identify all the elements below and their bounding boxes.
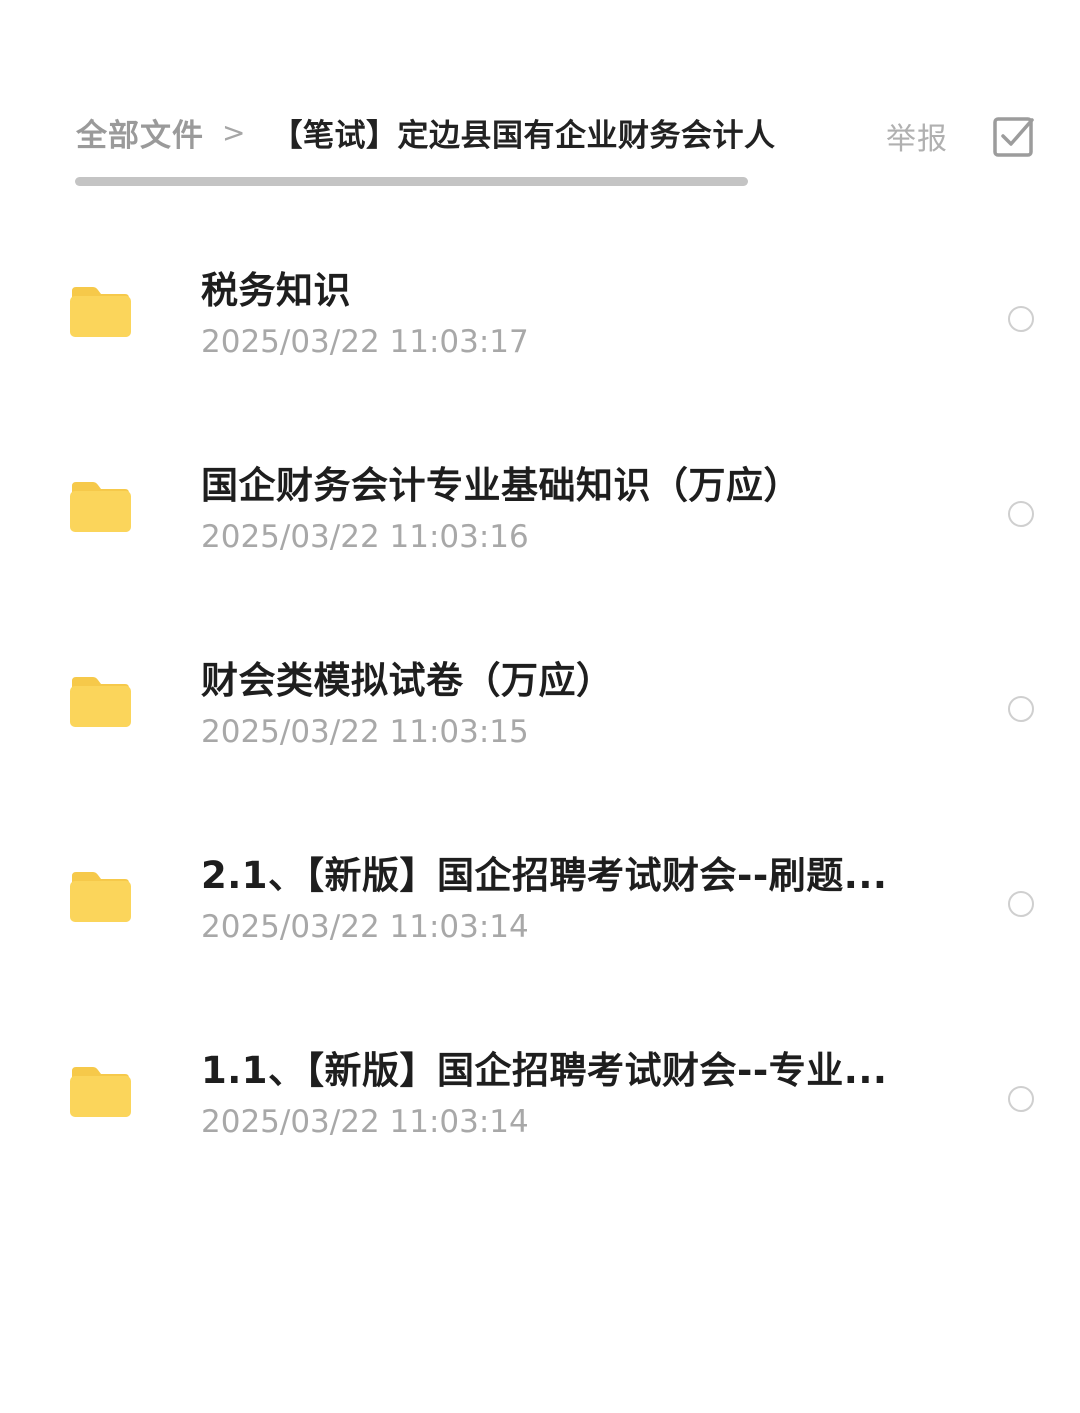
file-name: 国企财务会计专业基础知识（万应） <box>201 464 801 507</box>
folder-icon <box>70 677 131 727</box>
breadcrumb-root-link[interactable]: 全部文件 <box>76 110 204 155</box>
file-name: 财会类模拟试卷（万应） <box>201 659 614 702</box>
report-button[interactable]: 举报 <box>886 114 948 158</box>
list-item[interactable]: 1.1、【新版】国企招聘考试财会--专业... 2025/03/22 11:03… <box>0 1002 1080 1197</box>
file-timestamp: 2025/03/22 11:03:16 <box>201 519 529 555</box>
select-radio[interactable] <box>1008 501 1034 527</box>
select-radio[interactable] <box>1008 306 1034 332</box>
breadcrumb-current-folder: 【笔试】定边县国有企业财务会计人 <box>271 117 776 154</box>
breadcrumb-scrollbar[interactable] <box>75 177 748 186</box>
header-bar: 全部文件 > 【笔试】定边县国有企业财务会计人 举报 <box>0 0 1080 200</box>
folder-icon <box>70 287 131 337</box>
file-list: 税务知识 2025/03/22 11:03:17 国企财务会计专业基础知识（万应… <box>0 222 1080 1197</box>
list-item[interactable]: 税务知识 2025/03/22 11:03:17 <box>0 222 1080 417</box>
file-browser-page: 全部文件 > 【笔试】定边县国有企业财务会计人 举报 税务知识 2025/03/… <box>0 0 1080 1413</box>
folder-icon <box>70 1067 131 1117</box>
breadcrumb-separator: > <box>222 115 246 149</box>
file-timestamp: 2025/03/22 11:03:15 <box>201 714 529 750</box>
list-item[interactable]: 财会类模拟试卷（万应） 2025/03/22 11:03:15 <box>0 612 1080 807</box>
list-item[interactable]: 国企财务会计专业基础知识（万应） 2025/03/22 11:03:16 <box>0 417 1080 612</box>
folder-icon <box>70 482 131 532</box>
file-name: 2.1、【新版】国企招聘考试财会--刷题... <box>201 854 888 897</box>
select-radio[interactable] <box>1008 891 1034 917</box>
file-name: 税务知识 <box>201 269 351 312</box>
file-timestamp: 2025/03/22 11:03:14 <box>201 1104 529 1140</box>
breadcrumb: 全部文件 > 【笔试】定边县国有企业财务会计人 <box>76 108 775 156</box>
select-radio[interactable] <box>1008 696 1034 722</box>
file-name: 1.1、【新版】国企招聘考试财会--专业... <box>201 1049 888 1092</box>
folder-icon <box>70 872 131 922</box>
select-radio[interactable] <box>1008 1086 1034 1112</box>
file-timestamp: 2025/03/22 11:03:14 <box>201 909 529 945</box>
checkbox-select-icon[interactable] <box>992 114 1036 158</box>
list-item[interactable]: 2.1、【新版】国企招聘考试财会--刷题... 2025/03/22 11:03… <box>0 807 1080 1002</box>
file-timestamp: 2025/03/22 11:03:17 <box>201 324 529 360</box>
